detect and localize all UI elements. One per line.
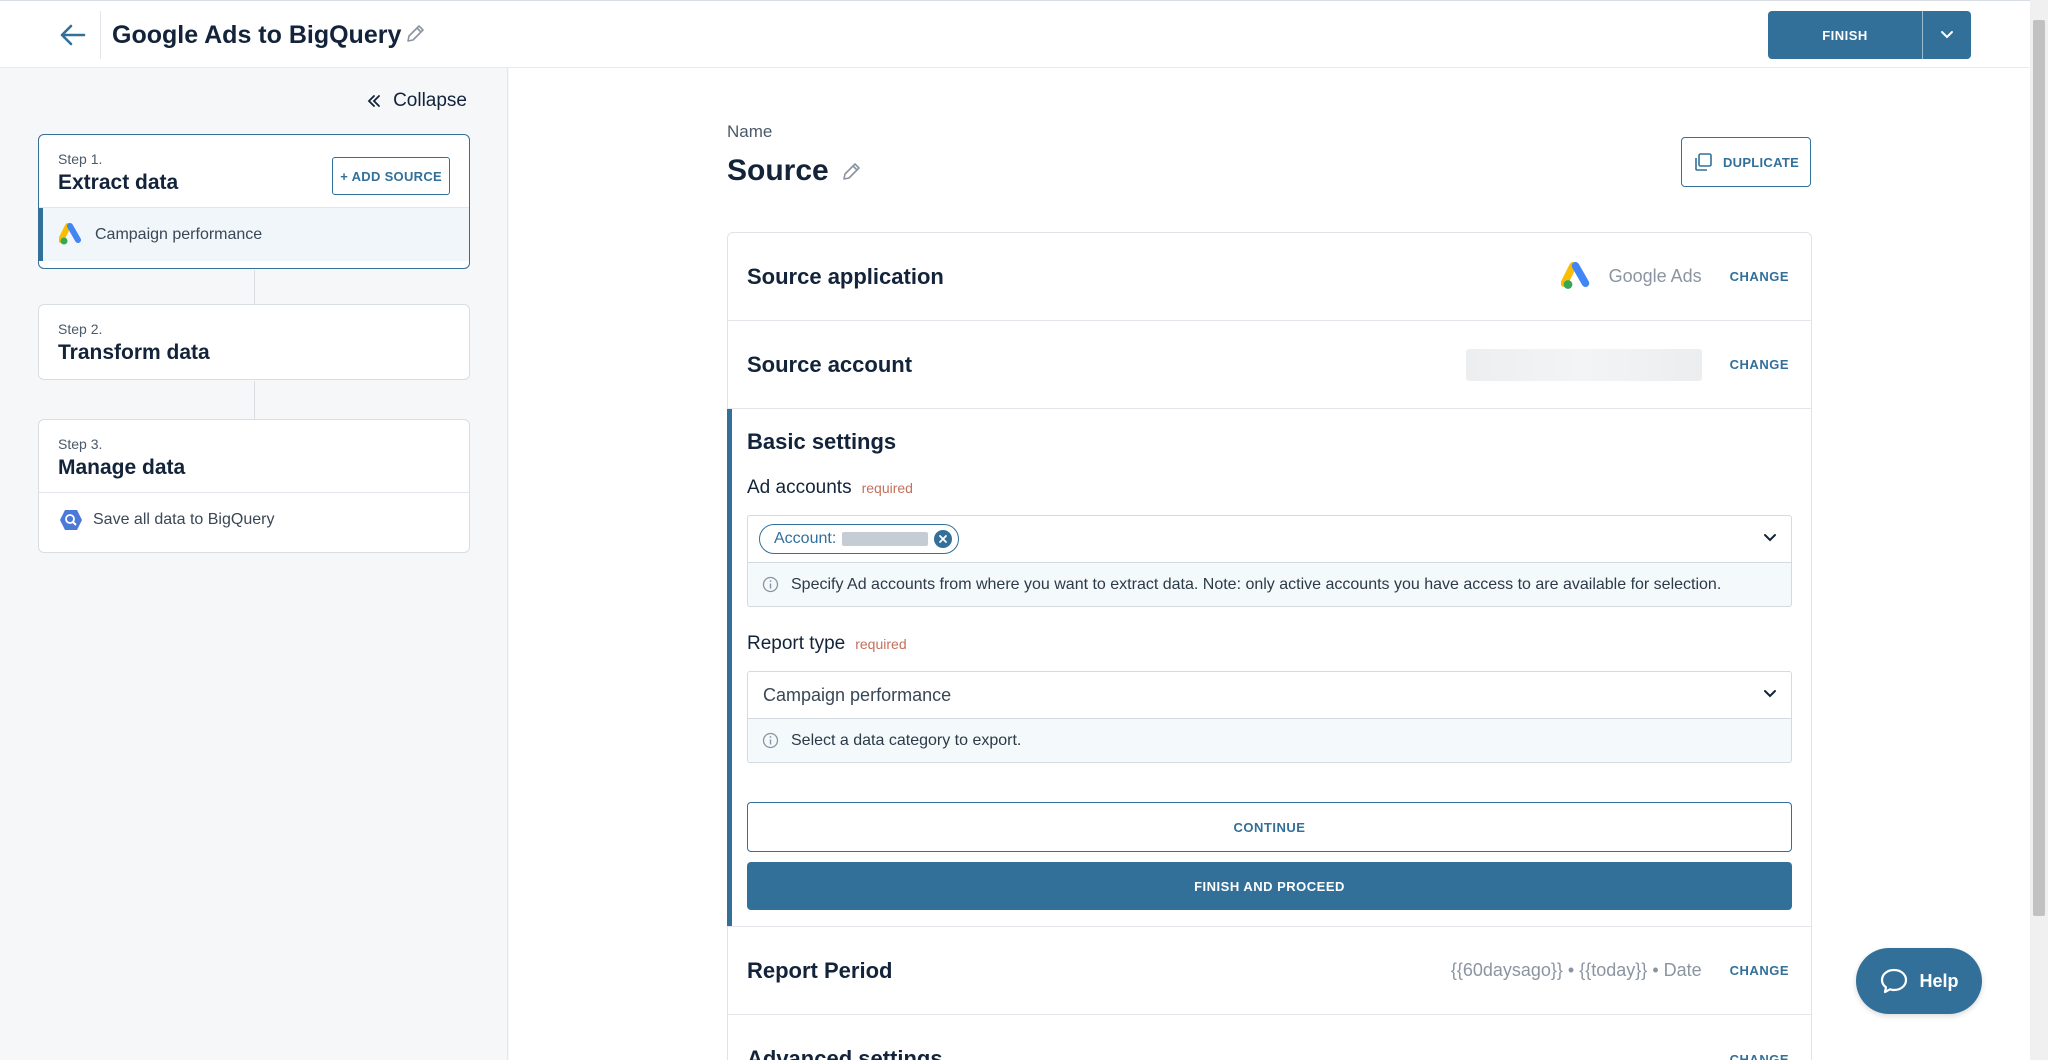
step-item-label: Save all data to BigQuery (93, 510, 275, 528)
row-title: Source account (747, 351, 913, 377)
hint-text: Select a data category to export. (791, 731, 1022, 749)
pencil-icon[interactable] (404, 23, 428, 47)
row-title: Source application (747, 263, 944, 289)
duplicate-button[interactable]: DUPLICATE (1681, 137, 1811, 187)
info-icon (762, 576, 779, 593)
step-number: Step 3. (58, 436, 103, 452)
section-title: Basic settings (747, 429, 897, 454)
step-connector (254, 270, 255, 304)
field-label-text: Ad accounts (747, 477, 852, 498)
ad-accounts-hint: Specify Ad accounts from where you want … (747, 563, 1792, 607)
double-chevron-left-icon (367, 95, 380, 107)
ad-accounts-label: Ad accounts required (747, 477, 1792, 499)
required-badge: required (855, 636, 907, 652)
change-source-account-button[interactable]: CHANGE (1730, 357, 1789, 372)
finish-button-group: FINISH (1768, 11, 1971, 59)
flow-title: Google Ads to BigQuery (112, 21, 402, 49)
info-icon (762, 732, 779, 749)
source-account-value-redacted (1465, 348, 1702, 381)
chip-label: Account: (774, 530, 837, 547)
header-divider (100, 11, 101, 59)
row-title: Report Period (747, 957, 893, 983)
field-label-text: Report type (747, 633, 846, 654)
change-report-period-button[interactable]: CHANGE (1730, 963, 1789, 978)
change-advanced-settings-button[interactable]: CHANGE (1730, 1052, 1789, 1060)
finish-button[interactable]: FINISH (1768, 11, 1922, 59)
main-content: Name Source DUPLICATE Source application… (509, 68, 2030, 1060)
chevron-down-icon (1764, 534, 1776, 542)
chat-bubble-icon (1881, 968, 1908, 994)
back-button[interactable] (50, 17, 94, 53)
arrow-left-icon (60, 24, 86, 46)
step-item-save-bigquery[interactable]: Save all data to BigQuery (39, 492, 469, 546)
source-settings-panel: Source application Google Ads CHANGE Sou… (727, 232, 1812, 1060)
source-application-value: Google Ads (1608, 266, 1702, 286)
report-type-hint: Select a data category to export. (747, 719, 1792, 763)
change-source-application-button[interactable]: CHANGE (1730, 269, 1789, 284)
duplicate-label: DUPLICATE (1722, 154, 1800, 170)
bigquery-icon (60, 509, 82, 530)
pencil-icon[interactable] (840, 161, 864, 185)
report-type-select[interactable]: Campaign performance (747, 671, 1792, 719)
help-label: Help (1919, 970, 1959, 991)
google-ads-icon (59, 222, 81, 244)
report-period-value: {{60daysago}} • {{today}} • Date (1450, 960, 1702, 980)
step-name: Manage data (58, 456, 186, 479)
copy-icon (1695, 153, 1712, 171)
step-item-label: Campaign performance (95, 225, 263, 243)
step-item-campaign-performance[interactable]: Campaign performance (39, 207, 469, 261)
top-header: Google Ads to BigQuery FINISH (0, 0, 2030, 68)
ad-accounts-select[interactable]: Account: (747, 515, 1792, 563)
report-type-value: Campaign performance (763, 684, 952, 705)
report-type-label: Report type required (747, 633, 1792, 655)
source-application-row: Source application Google Ads CHANGE (728, 233, 1811, 321)
collapse-label: Collapse (393, 90, 467, 111)
help-button[interactable]: Help (1856, 948, 1982, 1014)
basic-settings-section: Basic settings Ad accounts required Acco… (727, 409, 1811, 927)
step-manage-data[interactable]: Step 3. Manage data Save all data to Big… (38, 419, 470, 553)
step-extract-data[interactable]: Step 1. Extract data + ADD SOURCE Campai… (38, 134, 470, 269)
google-ads-icon (1560, 261, 1589, 289)
row-title: Advanced settings (747, 1046, 943, 1060)
source-title: Source (727, 154, 829, 187)
account-chip: Account: (759, 524, 960, 554)
advanced-settings-row: Advanced settings CHANGE (728, 1015, 1811, 1060)
finish-dropdown-button[interactable] (1923, 11, 1971, 59)
required-badge: required (861, 480, 913, 496)
page-scrollbar[interactable] (2030, 0, 2048, 1060)
report-period-row: Report Period {{60daysago}} • {{today}} … (728, 927, 1811, 1015)
scrollbar-thumb[interactable] (2033, 20, 2045, 916)
finish-and-proceed-button[interactable]: FINISH AND PROCEED (747, 862, 1792, 910)
chevron-down-icon (1941, 31, 1953, 39)
steps-sidebar: Collapse Step 1. Extract data + ADD SOUR… (0, 68, 508, 1060)
continue-button[interactable]: CONTINUE (747, 802, 1792, 852)
collapse-button[interactable]: Collapse (367, 90, 467, 112)
step-transform-data[interactable]: Step 2. Transform data (38, 304, 470, 380)
source-account-row: Source account CHANGE (728, 321, 1811, 409)
step-name: Transform data (58, 341, 210, 364)
step-number: Step 2. (58, 321, 103, 337)
add-source-button[interactable]: + ADD SOURCE (332, 157, 450, 195)
account-id-redacted (842, 532, 929, 546)
name-label: Name (727, 122, 773, 141)
step-connector (254, 381, 255, 419)
hint-text: Specify Ad accounts from where you want … (791, 575, 1722, 593)
remove-chip-icon[interactable] (934, 530, 953, 548)
chevron-down-icon (1764, 690, 1776, 698)
